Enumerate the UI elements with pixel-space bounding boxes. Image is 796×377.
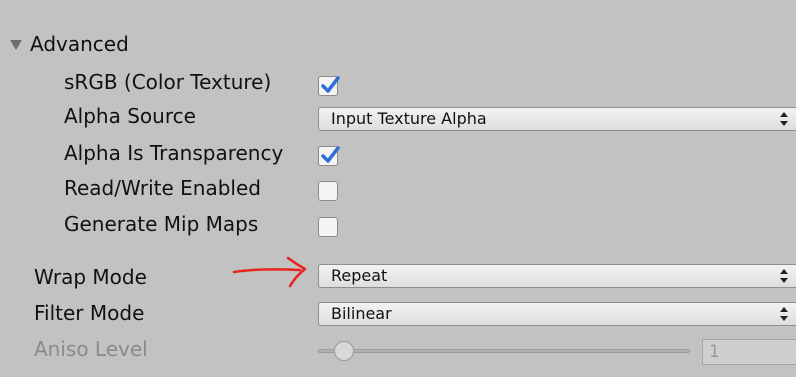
read-write-enabled-checkbox[interactable] — [318, 181, 338, 201]
aniso-level-slider-track[interactable] — [318, 349, 690, 353]
srgb-checkbox[interactable] — [318, 76, 340, 96]
srgb-label: sRGB (Color Texture) — [64, 70, 272, 94]
generate-mip-maps-label: Generate Mip Maps — [64, 212, 259, 236]
aniso-level-field[interactable]: 1 — [702, 339, 796, 365]
section-title-advanced[interactable]: Advanced — [30, 32, 129, 56]
updown-arrows-icon — [780, 269, 788, 283]
updown-arrows-icon — [780, 307, 788, 321]
wrap-mode-dropdown[interactable]: Repeat — [318, 264, 796, 288]
alpha-is-transparency-label: Alpha Is Transparency — [64, 141, 284, 165]
aniso-level-slider-thumb[interactable] — [334, 341, 354, 361]
alpha-source-dropdown[interactable]: Input Texture Alpha — [318, 107, 796, 131]
aniso-level-label: Aniso Level — [34, 337, 148, 361]
wrap-mode-value: Repeat — [331, 266, 388, 285]
red-arrow-annotation-icon — [232, 256, 307, 288]
wrap-mode-label: Wrap Mode — [34, 265, 147, 289]
foldout-arrow-icon[interactable] — [10, 40, 22, 50]
filter-mode-value: Bilinear — [331, 304, 392, 323]
updown-arrows-icon — [780, 112, 788, 126]
generate-mip-maps-checkbox[interactable] — [318, 217, 338, 237]
filter-mode-dropdown[interactable]: Bilinear — [318, 302, 796, 326]
checkmark-icon — [321, 146, 340, 163]
read-write-enabled-label: Read/Write Enabled — [64, 176, 261, 200]
filter-mode-label: Filter Mode — [34, 301, 145, 325]
alpha-is-transparency-checkbox[interactable] — [318, 146, 340, 166]
alpha-source-label: Alpha Source — [64, 104, 196, 128]
checkmark-icon — [321, 76, 340, 93]
alpha-source-value: Input Texture Alpha — [331, 109, 487, 128]
